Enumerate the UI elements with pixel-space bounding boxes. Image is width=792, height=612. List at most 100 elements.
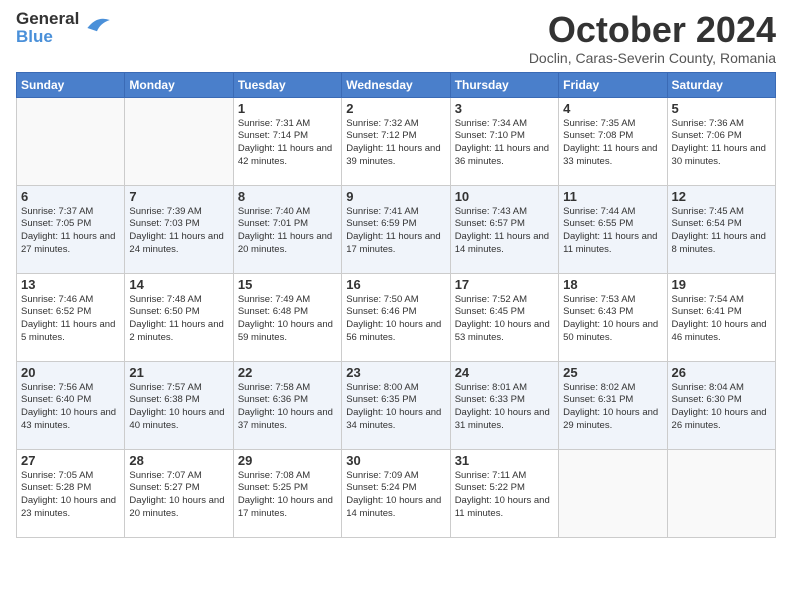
calendar-cell: 8 Sunrise: 7:40 AM Sunset: 7:01 PM Daylig…	[233, 185, 341, 273]
calendar-cell: 29 Sunrise: 7:08 AM Sunset: 5:25 PM Dayli…	[233, 449, 341, 537]
day-info: Sunrise: 7:35 AM Sunset: 7:08 PM Dayligh…	[563, 118, 662, 169]
calendar-cell: 5Sunrise: 7:36 AM Sunset: 7:06 PM Daylig…	[667, 97, 775, 185]
day-info: Sunrise: 7:37 AM Sunset: 7:05 PM Dayligh…	[21, 206, 120, 257]
day-info: Sunrise: 7:54 AM Sunset: 6:41 PM Dayligh…	[672, 294, 771, 345]
calendar-header-row: SundayMondayTuesdayWednesdayThursdayFrid…	[17, 72, 776, 97]
day-info: Sunrise: 7:53 AM Sunset: 6:43 PM Dayligh…	[563, 294, 662, 345]
calendar-cell: 16 Sunrise: 7:50 AM Sunset: 6:46 PM Dayli…	[342, 273, 450, 361]
day-number: 22	[238, 365, 337, 380]
calendar-cell: 6Sunrise: 7:37 AM Sunset: 7:05 PM Daylig…	[17, 185, 125, 273]
day-number: 15	[238, 277, 337, 292]
day-number: 31	[455, 453, 554, 468]
day-number: 18	[563, 277, 662, 292]
day-info: Sunrise: 7:44 AM Sunset: 6:55 PM Dayligh…	[563, 206, 662, 257]
calendar-cell	[559, 449, 667, 537]
calendar-cell: 20 Sunrise: 7:56 AM Sunset: 6:40 PM Dayli…	[17, 361, 125, 449]
day-info: Sunrise: 7:46 AM Sunset: 6:52 PM Dayligh…	[21, 294, 120, 345]
calendar-cell: 30 Sunrise: 7:09 AM Sunset: 5:24 PM Dayli…	[342, 449, 450, 537]
day-number: 8	[238, 189, 337, 204]
calendar-cell: 18 Sunrise: 7:53 AM Sunset: 6:43 PM Dayli…	[559, 273, 667, 361]
day-info: Sunrise: 7:43 AM Sunset: 6:57 PM Dayligh…	[455, 206, 554, 257]
day-number: 21	[129, 365, 228, 380]
day-number: 30	[346, 453, 445, 468]
day-number: 13	[21, 277, 120, 292]
header-right: October 2024 Doclin, Caras-Severin Count…	[529, 10, 776, 66]
day-info: Sunrise: 7:08 AM Sunset: 5:25 PM Dayligh…	[238, 470, 337, 521]
logo: General Blue	[16, 10, 113, 46]
day-number: 9	[346, 189, 445, 204]
day-info: Sunrise: 7:40 AM Sunset: 7:01 PM Dayligh…	[238, 206, 337, 257]
day-number: 17	[455, 277, 554, 292]
calendar-week-row: 6Sunrise: 7:37 AM Sunset: 7:05 PM Daylig…	[17, 185, 776, 273]
day-number: 11	[563, 189, 662, 204]
calendar-cell	[667, 449, 775, 537]
day-info: Sunrise: 7:05 AM Sunset: 5:28 PM Dayligh…	[21, 470, 120, 521]
calendar-cell: 17 Sunrise: 7:52 AM Sunset: 6:45 PM Dayli…	[450, 273, 558, 361]
col-header-friday: Friday	[559, 72, 667, 97]
calendar-cell: 2Sunrise: 7:32 AM Sunset: 7:12 PM Daylig…	[342, 97, 450, 185]
calendar-cell: 1Sunrise: 7:31 AM Sunset: 7:14 PM Daylig…	[233, 97, 341, 185]
day-info: Sunrise: 8:01 AM Sunset: 6:33 PM Dayligh…	[455, 382, 554, 433]
calendar-week-row: 13 Sunrise: 7:46 AM Sunset: 6:52 PM Dayli…	[17, 273, 776, 361]
calendar-cell: 4Sunrise: 7:35 AM Sunset: 7:08 PM Daylig…	[559, 97, 667, 185]
calendar-week-row: 20 Sunrise: 7:56 AM Sunset: 6:40 PM Dayli…	[17, 361, 776, 449]
calendar-cell	[17, 97, 125, 185]
day-number: 12	[672, 189, 771, 204]
day-info: Sunrise: 7:39 AM Sunset: 7:03 PM Dayligh…	[129, 206, 228, 257]
page: General Blue October 2024 Doclin, Caras-…	[0, 0, 792, 612]
calendar-cell: 3Sunrise: 7:34 AM Sunset: 7:10 PM Daylig…	[450, 97, 558, 185]
day-info: Sunrise: 7:49 AM Sunset: 6:48 PM Dayligh…	[238, 294, 337, 345]
day-number: 20	[21, 365, 120, 380]
logo-blue: Blue	[16, 28, 79, 46]
calendar-cell: 10 Sunrise: 7:43 AM Sunset: 6:57 PM Dayli…	[450, 185, 558, 273]
day-info: Sunrise: 7:48 AM Sunset: 6:50 PM Dayligh…	[129, 294, 228, 345]
day-info: Sunrise: 7:41 AM Sunset: 6:59 PM Dayligh…	[346, 206, 445, 257]
day-number: 16	[346, 277, 445, 292]
location-subtitle: Doclin, Caras-Severin County, Romania	[529, 50, 776, 66]
calendar-cell: 11 Sunrise: 7:44 AM Sunset: 6:55 PM Dayli…	[559, 185, 667, 273]
day-number: 19	[672, 277, 771, 292]
day-number: 26	[672, 365, 771, 380]
header: General Blue October 2024 Doclin, Caras-…	[16, 10, 776, 66]
day-info: Sunrise: 7:09 AM Sunset: 5:24 PM Dayligh…	[346, 470, 445, 521]
calendar-cell: 9 Sunrise: 7:41 AM Sunset: 6:59 PM Daylig…	[342, 185, 450, 273]
day-number: 25	[563, 365, 662, 380]
col-header-wednesday: Wednesday	[342, 72, 450, 97]
calendar-cell: 12 Sunrise: 7:45 AM Sunset: 6:54 PM Dayli…	[667, 185, 775, 273]
day-info: Sunrise: 8:02 AM Sunset: 6:31 PM Dayligh…	[563, 382, 662, 433]
day-info: Sunrise: 7:45 AM Sunset: 6:54 PM Dayligh…	[672, 206, 771, 257]
day-info: Sunrise: 7:57 AM Sunset: 6:38 PM Dayligh…	[129, 382, 228, 433]
col-header-thursday: Thursday	[450, 72, 558, 97]
calendar-cell: 22Sunrise: 7:58 AM Sunset: 6:36 PM Dayli…	[233, 361, 341, 449]
day-info: Sunrise: 7:50 AM Sunset: 6:46 PM Dayligh…	[346, 294, 445, 345]
day-info: Sunrise: 7:11 AM Sunset: 5:22 PM Dayligh…	[455, 470, 554, 521]
month-title: October 2024	[529, 10, 776, 50]
col-header-monday: Monday	[125, 72, 233, 97]
calendar-cell	[125, 97, 233, 185]
day-number: 10	[455, 189, 554, 204]
day-number: 23	[346, 365, 445, 380]
day-info: Sunrise: 7:52 AM Sunset: 6:45 PM Dayligh…	[455, 294, 554, 345]
calendar-table: SundayMondayTuesdayWednesdayThursdayFrid…	[16, 72, 776, 538]
calendar-cell: 13 Sunrise: 7:46 AM Sunset: 6:52 PM Dayli…	[17, 273, 125, 361]
day-number: 24	[455, 365, 554, 380]
day-info: Sunrise: 7:07 AM Sunset: 5:27 PM Dayligh…	[129, 470, 228, 521]
calendar-cell: 31 Sunrise: 7:11 AM Sunset: 5:22 PM Dayli…	[450, 449, 558, 537]
logo-general: General	[16, 10, 79, 28]
calendar-cell: 21 Sunrise: 7:57 AM Sunset: 6:38 PM Dayli…	[125, 361, 233, 449]
logo-wing-icon	[81, 12, 113, 44]
calendar-week-row: 1Sunrise: 7:31 AM Sunset: 7:14 PM Daylig…	[17, 97, 776, 185]
calendar-cell: 28Sunrise: 7:07 AM Sunset: 5:27 PM Dayli…	[125, 449, 233, 537]
day-number: 7	[129, 189, 228, 204]
calendar-cell: 14 Sunrise: 7:48 AM Sunset: 6:50 PM Dayli…	[125, 273, 233, 361]
calendar-cell: 7 Sunrise: 7:39 AM Sunset: 7:03 PM Daylig…	[125, 185, 233, 273]
day-number: 27	[21, 453, 120, 468]
day-number: 3	[455, 101, 554, 116]
day-info: Sunrise: 7:32 AM Sunset: 7:12 PM Dayligh…	[346, 118, 445, 169]
day-info: Sunrise: 7:56 AM Sunset: 6:40 PM Dayligh…	[21, 382, 120, 433]
calendar-cell: 15 Sunrise: 7:49 AM Sunset: 6:48 PM Dayli…	[233, 273, 341, 361]
day-number: 14	[129, 277, 228, 292]
day-number: 29	[238, 453, 337, 468]
calendar-cell: 23Sunrise: 8:00 AM Sunset: 6:35 PM Dayli…	[342, 361, 450, 449]
calendar-week-row: 27 Sunrise: 7:05 AM Sunset: 5:28 PM Dayli…	[17, 449, 776, 537]
